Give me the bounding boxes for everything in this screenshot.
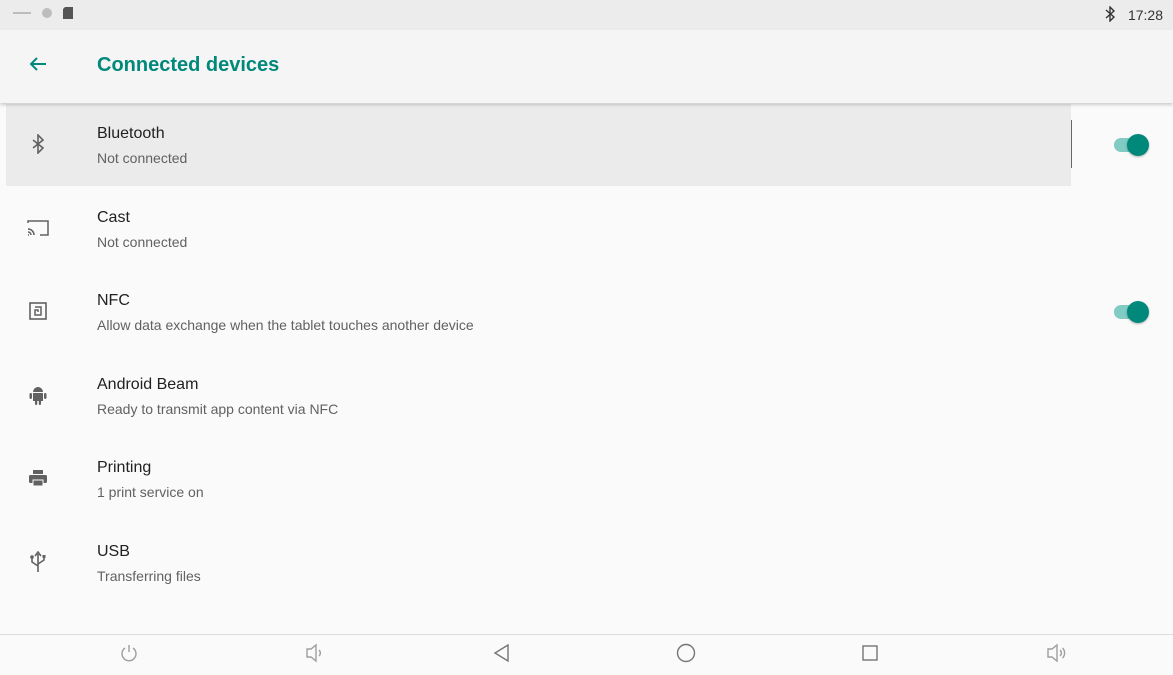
nfc-toggle[interactable] xyxy=(1114,301,1150,323)
list-item-usb[interactable]: USB Transferring files xyxy=(6,522,1173,606)
page-title: Connected devices xyxy=(97,54,280,76)
list-item-title: NFC xyxy=(97,292,130,309)
volume-down-button[interactable] xyxy=(301,643,329,667)
list-item-title: USB xyxy=(97,542,130,560)
status-bar: 17:28 xyxy=(0,0,1173,30)
minus-icon xyxy=(12,6,32,24)
list-item-summary: Not connected xyxy=(97,233,188,250)
list-item-cast[interactable]: Cast Not connected xyxy=(6,188,1173,272)
usb-icon xyxy=(24,548,52,576)
cast-icon xyxy=(24,214,52,242)
clock: 17:28 xyxy=(1127,7,1163,23)
volume-down-icon xyxy=(304,643,326,668)
home-circle-icon xyxy=(675,642,697,669)
list-item-android-beam[interactable]: Android Beam Ready to transmit app conte… xyxy=(6,355,1173,439)
back-nav-button[interactable] xyxy=(488,643,516,667)
android-icon xyxy=(24,381,52,409)
list-item-summary: Allow data exchange when the tablet touc… xyxy=(97,317,474,333)
printer-icon xyxy=(24,464,52,492)
power-icon xyxy=(119,643,139,668)
divider xyxy=(1071,120,1072,168)
list-item-title: Printing xyxy=(97,459,152,476)
navigation-bar xyxy=(0,634,1173,675)
list-item-printing[interactable]: Printing 1 print service on xyxy=(6,438,1173,522)
circle-icon xyxy=(40,6,54,25)
list-item-summary: Transferring files xyxy=(97,567,201,584)
back-triangle-icon xyxy=(493,643,511,668)
settings-list: Bluetooth Not connected Cast Not connect… xyxy=(6,104,1173,605)
home-button[interactable] xyxy=(672,643,700,667)
bluetooth-toggle[interactable] xyxy=(1114,134,1150,156)
list-item-nfc[interactable]: NFC Allow data exchange when the tablet … xyxy=(6,271,1173,355)
list-item-title: Bluetooth xyxy=(97,125,165,142)
back-button[interactable] xyxy=(22,50,54,82)
bluetooth-icon xyxy=(24,130,52,158)
row-highlight xyxy=(6,104,1071,186)
list-item-title: Android Beam xyxy=(97,375,199,393)
volume-up-button[interactable] xyxy=(1043,643,1071,667)
bluetooth-icon xyxy=(1104,4,1116,25)
volume-up-icon xyxy=(1045,643,1069,668)
arrow-left-icon xyxy=(29,56,47,77)
list-item-summary: 1 print service on xyxy=(97,484,204,500)
list-item-bluetooth[interactable]: Bluetooth Not connected xyxy=(6,104,1173,188)
recents-button[interactable] xyxy=(856,643,884,667)
list-item-title: Cast xyxy=(97,208,130,226)
sd-card-icon xyxy=(62,6,74,25)
power-button[interactable] xyxy=(115,643,143,667)
list-item-summary: Not connected xyxy=(97,150,188,166)
recents-square-icon xyxy=(860,643,880,668)
nfc-icon xyxy=(24,297,52,325)
app-bar: Connected devices xyxy=(0,30,1173,103)
list-item-summary: Ready to transmit app content via NFC xyxy=(97,400,339,417)
